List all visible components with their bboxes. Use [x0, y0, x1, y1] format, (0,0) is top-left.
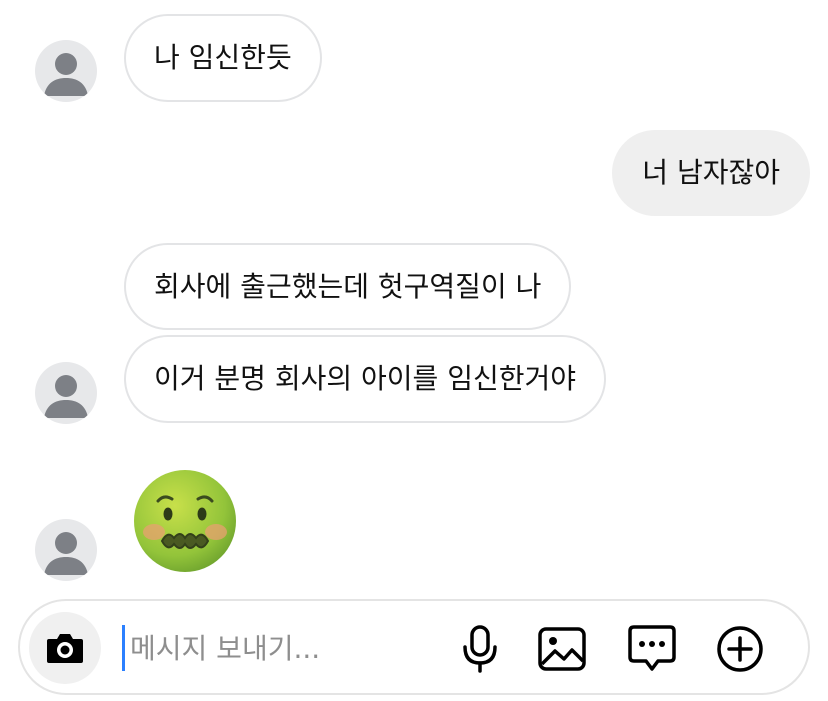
- nauseated-face-icon: [134, 470, 236, 572]
- sticker-button[interactable]: [624, 621, 680, 677]
- avatar[interactable]: [35, 40, 97, 102]
- person-placeholder-icon: [44, 53, 88, 96]
- plus-circle-icon: [717, 626, 763, 672]
- image-icon: [538, 627, 586, 671]
- avatar[interactable]: [35, 362, 97, 424]
- message-composer: [18, 599, 810, 695]
- message-bubble-incoming[interactable]: 회사에 출근했는데 헛구역질이 나: [124, 243, 572, 330]
- message-text: 회사에 출근했는데 헛구역질이 나: [154, 269, 542, 303]
- message-input[interactable]: [130, 627, 440, 669]
- camera-icon: [47, 634, 83, 663]
- avatar[interactable]: [35, 519, 97, 581]
- message-text: 너 남자잖아: [642, 156, 780, 189]
- camera-button[interactable]: [29, 612, 101, 684]
- add-button[interactable]: [712, 621, 768, 677]
- gallery-button[interactable]: [534, 621, 590, 677]
- message-text: 나 임신한듯: [154, 41, 292, 74]
- message-bubble-incoming[interactable]: 이거 분명 회사의 아이를 임신한거야: [124, 335, 607, 423]
- message-bubble-outgoing[interactable]: 너 남자잖아: [612, 130, 810, 216]
- message-bubble-incoming[interactable]: 나 임신한듯: [124, 14, 322, 102]
- text-cursor: [122, 625, 125, 671]
- microphone-icon: [463, 625, 497, 673]
- microphone-button[interactable]: [452, 621, 508, 677]
- emoji-message[interactable]: [132, 468, 238, 574]
- chat-bubble-icon: [628, 625, 676, 671]
- person-placeholder-icon: [44, 532, 88, 575]
- message-text: 이거 분명 회사의 아이를 임신한거야: [154, 362, 577, 395]
- person-placeholder-icon: [44, 375, 88, 418]
